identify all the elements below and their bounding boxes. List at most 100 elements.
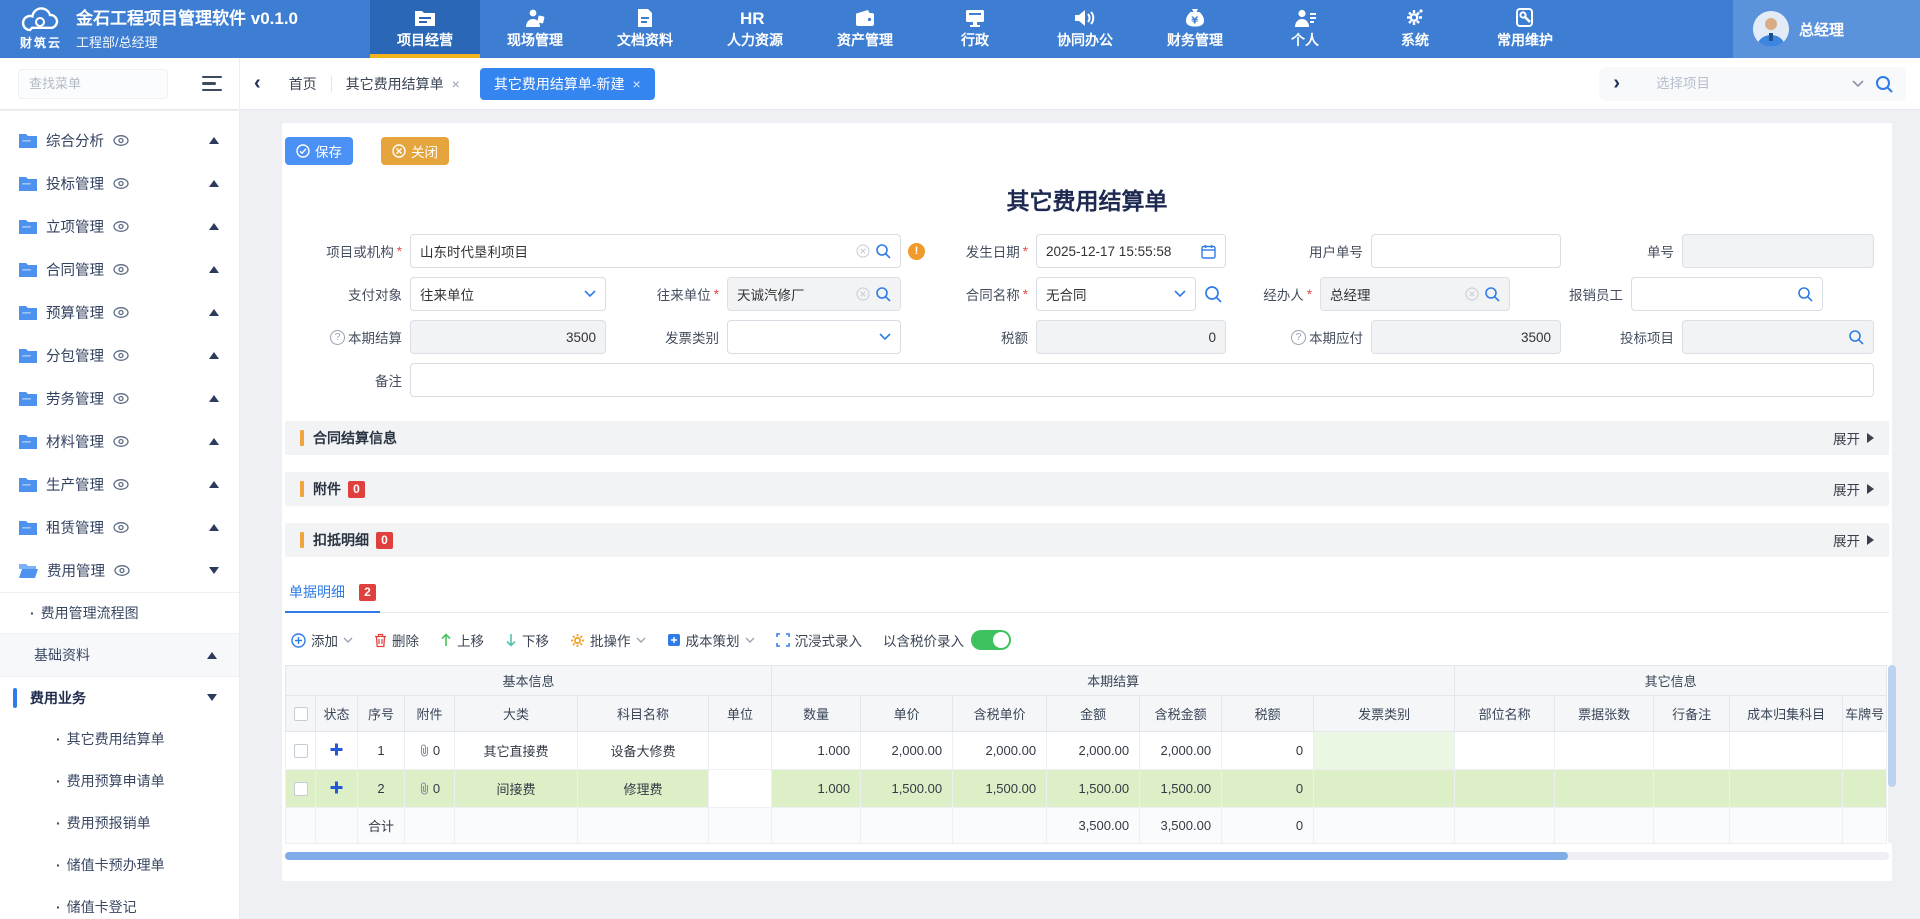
- scrollbar-thumb[interactable]: [285, 852, 1568, 860]
- nav-item-assets[interactable]: 资产管理: [810, 0, 920, 58]
- sidebar-item-other-expense-settlement[interactable]: · 其它费用结算单: [0, 718, 239, 760]
- sidebar-item-analysis[interactable]: 综合分析: [0, 119, 239, 162]
- sidebar-item-expense[interactable]: 费用管理: [0, 549, 239, 592]
- sidebar-item-stored-card-preprocess[interactable]: · 储值卡预办理单: [0, 844, 239, 886]
- counterparty-input[interactable]: 天诚汽修厂: [727, 277, 901, 311]
- info-icon[interactable]: !: [908, 243, 925, 260]
- move-up-button[interactable]: 上移: [440, 630, 484, 650]
- sidebar-item-project-approval[interactable]: 立项管理: [0, 205, 239, 248]
- tabs-scroll-right-icon[interactable]: ›: [1599, 72, 1634, 95]
- sidebar-item-subcontract[interactable]: 分包管理: [0, 334, 239, 377]
- search-icon[interactable]: [1874, 74, 1894, 94]
- menu-search-input[interactable]: [18, 69, 168, 99]
- clear-icon[interactable]: [1465, 287, 1479, 301]
- sidebar-item-base-data[interactable]: 基础资料: [0, 634, 239, 676]
- nav-item-documents[interactable]: 文档资料: [590, 0, 700, 58]
- collapse-arrow-icon[interactable]: [209, 180, 219, 187]
- eye-icon[interactable]: [113, 393, 129, 404]
- nav-item-maintenance[interactable]: 常用维护: [1470, 0, 1580, 58]
- project-input[interactable]: 山东时代垦利项目: [410, 234, 901, 268]
- tabs-scroll-left-icon[interactable]: ‹: [240, 72, 275, 95]
- sidebar-item-leasing[interactable]: 租赁管理: [0, 506, 239, 549]
- close-button[interactable]: 关闭: [381, 137, 449, 165]
- clear-icon[interactable]: [856, 287, 870, 301]
- row-checkbox[interactable]: [294, 782, 308, 796]
- user-doc-no-input[interactable]: [1371, 234, 1561, 268]
- search-icon[interactable]: [875, 286, 891, 302]
- collapse-arrow-icon[interactable]: [209, 223, 219, 230]
- collapse-arrow-icon[interactable]: [209, 266, 219, 273]
- section-contract-settlement[interactable]: 合同结算信息 展开: [285, 421, 1889, 455]
- question-icon[interactable]: ?: [330, 330, 345, 345]
- sidebar-item-stored-card-register[interactable]: · 储值卡登记: [0, 886, 239, 919]
- nav-item-hr[interactable]: HR 人力资源: [700, 0, 810, 58]
- chevron-down-icon[interactable]: [1174, 290, 1186, 298]
- tab-other-expense-new[interactable]: 其它费用结算单-新建 ×: [480, 68, 655, 100]
- calendar-icon[interactable]: [1201, 244, 1216, 259]
- collapse-arrow-icon[interactable]: [209, 438, 219, 445]
- collapse-arrow-icon[interactable]: [207, 652, 217, 659]
- sidebar-item-contract[interactable]: 合同管理: [0, 248, 239, 291]
- sidebar-item-expense-business[interactable]: 费用业务: [0, 676, 239, 718]
- chevron-down-icon[interactable]: [584, 290, 596, 298]
- chevron-down-icon[interactable]: [879, 333, 891, 341]
- delete-button[interactable]: 删除: [374, 630, 419, 650]
- tax-toggle-switch[interactable]: [971, 630, 1011, 650]
- sidebar-item-production[interactable]: 生产管理: [0, 463, 239, 506]
- batch-operation-button[interactable]: 批操作: [570, 630, 646, 650]
- eye-icon[interactable]: [114, 565, 130, 576]
- nav-item-finance[interactable]: ¥ 财务管理: [1140, 0, 1250, 58]
- pay-target-select[interactable]: 往来单位: [410, 277, 606, 311]
- nav-item-site-management[interactable]: 现场管理: [480, 0, 590, 58]
- search-icon[interactable]: [1204, 285, 1222, 303]
- eye-icon[interactable]: [113, 178, 129, 189]
- expand-control[interactable]: 展开: [1833, 428, 1874, 448]
- nav-item-collaboration[interactable]: 协同办公: [1030, 0, 1140, 58]
- nav-item-personal[interactable]: 个人: [1250, 0, 1360, 58]
- horizontal-scrollbar[interactable]: [285, 852, 1889, 860]
- chevron-down-icon[interactable]: [1852, 80, 1864, 88]
- sidebar-item-budget[interactable]: 预算管理: [0, 291, 239, 334]
- row-checkbox[interactable]: [294, 744, 308, 758]
- select-all-checkbox[interactable]: [294, 707, 308, 721]
- expand-control[interactable]: 展开: [1833, 530, 1874, 550]
- sidebar-item-expense-pre-reimburse[interactable]: · 费用预报销单: [0, 802, 239, 844]
- search-icon[interactable]: [1797, 286, 1813, 302]
- invoice-type-select[interactable]: [727, 320, 901, 354]
- search-icon[interactable]: [1484, 286, 1500, 302]
- move-down-button[interactable]: 下移: [505, 630, 549, 650]
- eye-icon[interactable]: [113, 135, 129, 146]
- bid-project-input[interactable]: [1682, 320, 1874, 354]
- collapse-arrow-icon[interactable]: [209, 524, 219, 531]
- project-select-input[interactable]: [1656, 76, 1842, 91]
- sidebar-item-labor[interactable]: 劳务管理: [0, 377, 239, 420]
- nav-item-system[interactable]: 系统: [1360, 0, 1470, 58]
- collapse-arrow-icon[interactable]: [209, 309, 219, 316]
- table-row[interactable]: 1 0 其它直接费 设备大修费 1.000 2,000.00 2,000.00 …: [286, 732, 1887, 770]
- tab-home[interactable]: 首页: [275, 68, 331, 100]
- eye-icon[interactable]: [113, 264, 129, 275]
- project-select[interactable]: [1644, 67, 1906, 101]
- close-tab-icon[interactable]: ×: [452, 76, 460, 92]
- contract-select[interactable]: 无合同: [1036, 277, 1196, 311]
- reimburser-input[interactable]: [1631, 277, 1823, 311]
- nav-item-project-operation[interactable]: 项目经营: [370, 0, 480, 58]
- status-add-icon[interactable]: [330, 743, 343, 756]
- user-menu[interactable]: 总经理: [1733, 0, 1920, 58]
- expand-control[interactable]: 展开: [1833, 479, 1874, 499]
- question-icon[interactable]: ?: [1291, 330, 1306, 345]
- expand-arrow-icon[interactable]: [209, 567, 219, 574]
- eye-icon[interactable]: [113, 479, 129, 490]
- tab-doc-detail[interactable]: 单据明细 2: [285, 574, 380, 612]
- immersive-entry-button[interactable]: 沉浸式录入: [776, 630, 863, 650]
- nav-item-admin[interactable]: 行政: [920, 0, 1030, 58]
- eye-icon[interactable]: [113, 522, 129, 533]
- collapse-arrow-icon[interactable]: [209, 481, 219, 488]
- section-deduction-detail[interactable]: 扣抵明细 0 展开: [285, 523, 1889, 557]
- section-attachments[interactable]: 附件 0 展开: [285, 472, 1889, 506]
- clear-icon[interactable]: [856, 244, 870, 258]
- collapse-arrow-icon[interactable]: [209, 352, 219, 359]
- sidebar-item-expense-budget-request[interactable]: · 费用预算申请单: [0, 760, 239, 802]
- active-edit-cell[interactable]: [709, 770, 772, 808]
- vertical-scrollbar[interactable]: [1888, 665, 1896, 844]
